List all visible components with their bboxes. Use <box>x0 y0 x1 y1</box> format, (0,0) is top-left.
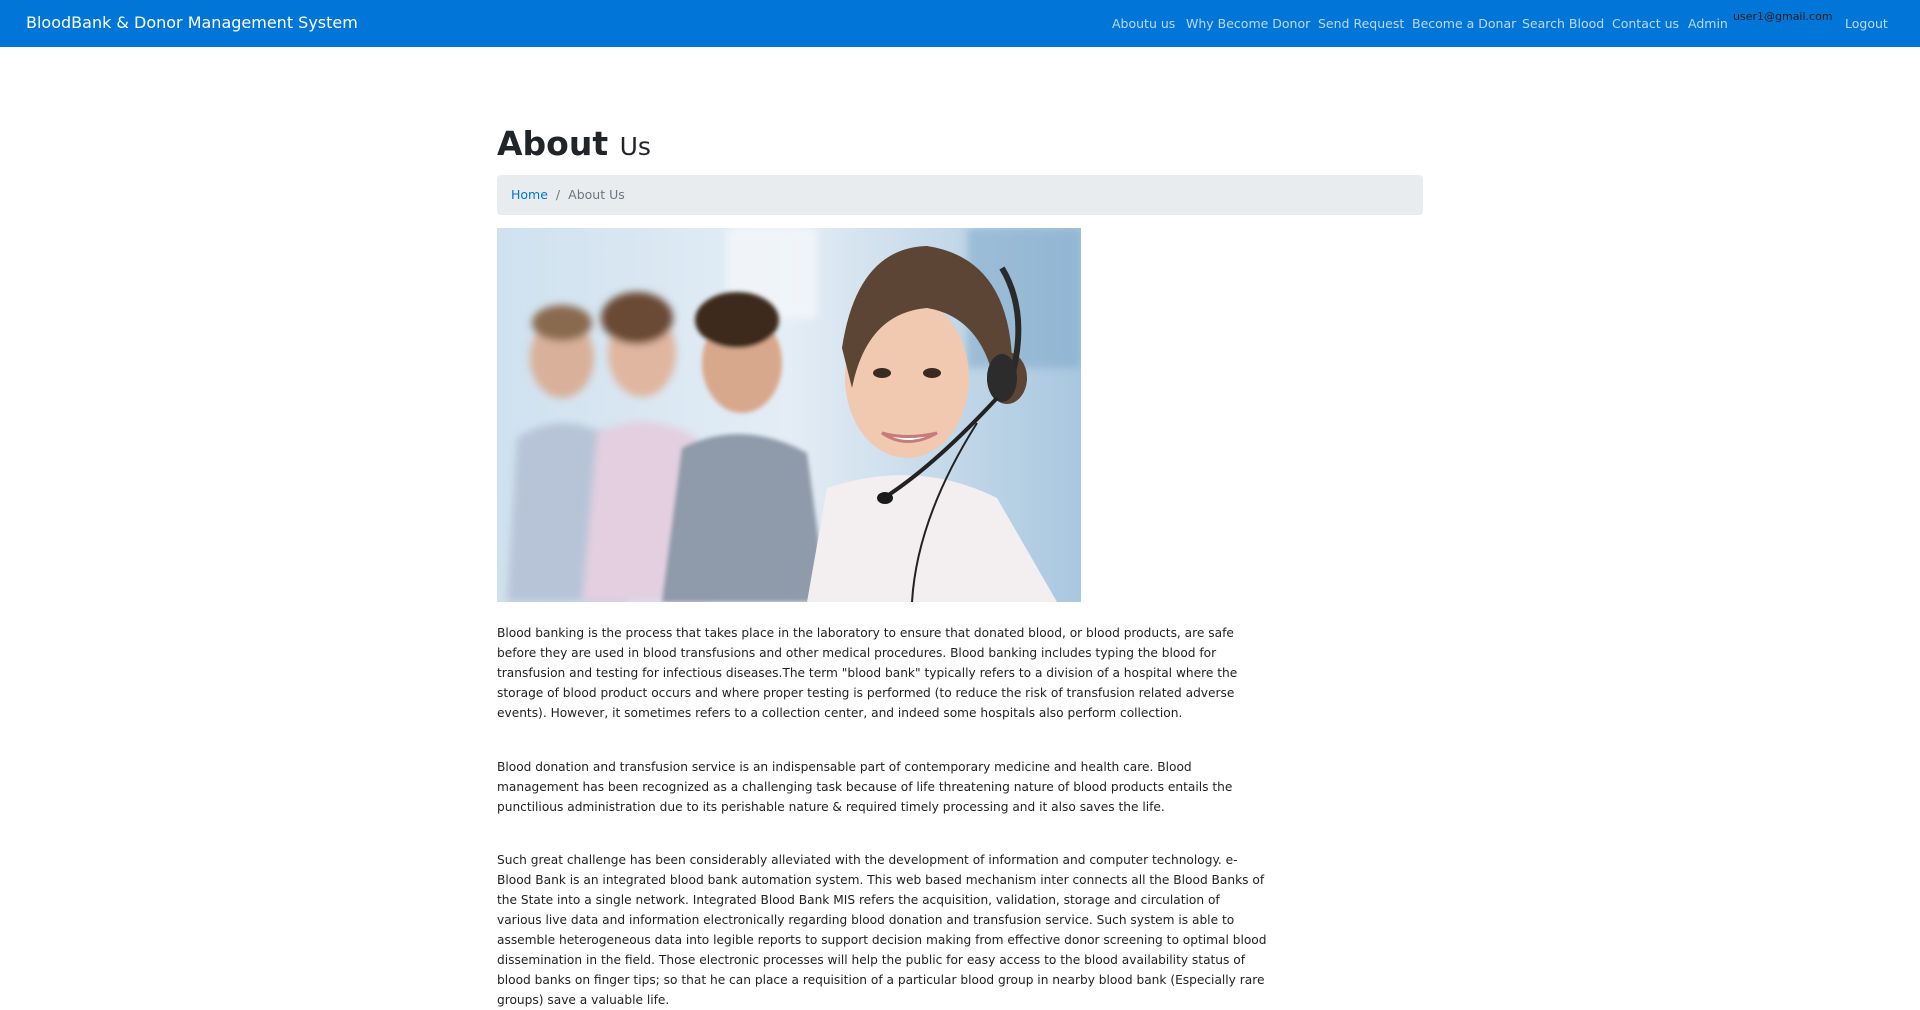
nav-link-contact[interactable]: Contact us <box>1612 16 1679 31</box>
brand-link[interactable]: BloodBank & Donor Management System <box>26 13 358 32</box>
nav-link-why-donor[interactable]: Why Become Donor <box>1186 16 1310 31</box>
about-paragraph-1: Blood banking is the process that takes … <box>497 626 1238 720</box>
page-title: About Us <box>497 124 651 167</box>
nav-link-send-request[interactable]: Send Request <box>1318 16 1404 31</box>
about-paragraph-2: Blood donation and transfusion service i… <box>497 760 1233 814</box>
breadcrumb-home-link[interactable]: Home <box>511 187 548 202</box>
breadcrumb-current: About Us <box>568 187 625 202</box>
page-title-main: About <box>497 124 609 163</box>
nav-link-admin[interactable]: Admin <box>1688 16 1728 31</box>
nav-link-become-donor[interactable]: Become a Donar <box>1412 16 1516 31</box>
nav-link-logout[interactable]: Logout <box>1845 16 1888 31</box>
call-center-photo <box>497 228 1081 602</box>
top-navbar: BloodBank & Donor Management System Abou… <box>0 0 1920 47</box>
user-email: user1@gmail.com <box>1733 10 1833 23</box>
about-paragraph-3: Such great challenge has been considerab… <box>497 853 1267 1007</box>
call-center-photo-svg <box>497 228 1081 602</box>
page-title-small: Us <box>619 132 651 161</box>
nav-link-about[interactable]: Aboutu us <box>1112 16 1175 31</box>
breadcrumb-separator: / <box>555 187 561 202</box>
breadcrumb: Home / About Us <box>497 175 1423 215</box>
nav-link-search-blood[interactable]: Search Blood <box>1522 16 1604 31</box>
